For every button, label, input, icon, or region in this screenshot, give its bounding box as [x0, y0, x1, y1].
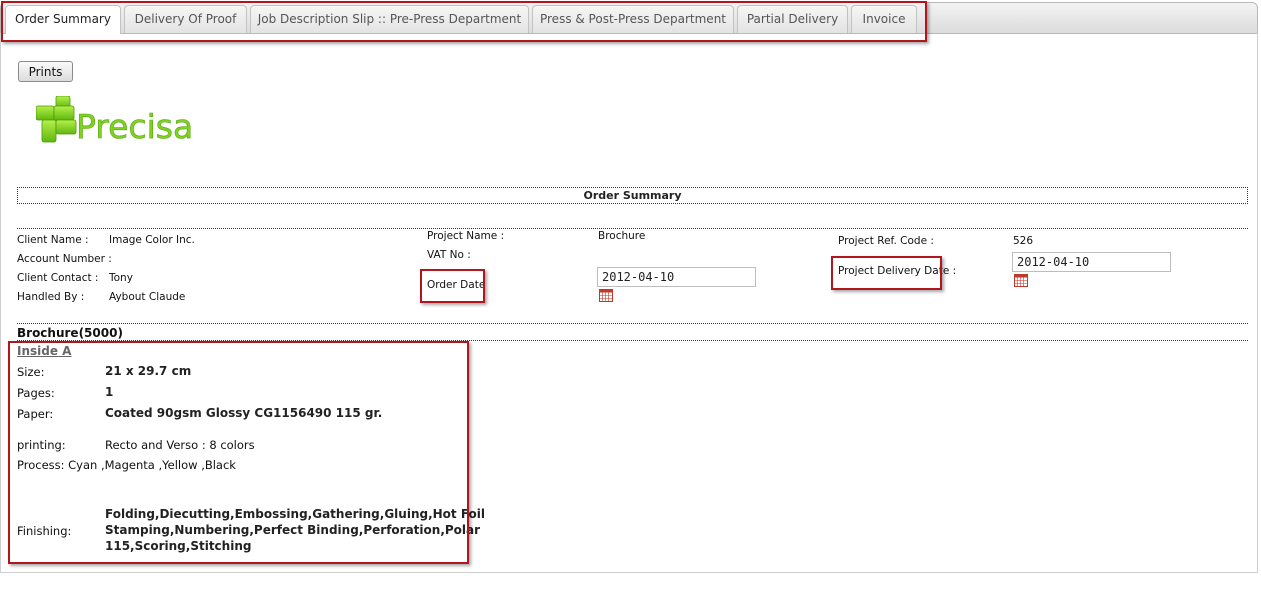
project-name-value: Brochure	[598, 230, 646, 242]
client-contact-label: Client Contact :	[17, 272, 99, 284]
client-name-label: Client Name :	[17, 234, 89, 246]
process-text: Process: Cyan ,Magenta ,Yellow ,Black	[17, 458, 236, 472]
size-value: 21 x 29.7 cm	[105, 364, 192, 378]
divider	[17, 228, 1248, 229]
project-delivery-date-input[interactable]	[1012, 252, 1171, 272]
tab-order-summary[interactable]: Order Summary	[5, 5, 121, 34]
finishing-value-line: Stamping,Numbering,Perfect Binding,Perfo…	[105, 523, 481, 537]
finishing-value-line: Folding,Diecutting,Embossing,Gathering,G…	[105, 507, 486, 521]
tab-partial-delivery[interactable]: Partial Delivery	[737, 5, 848, 33]
size-label: Size:	[17, 365, 45, 379]
printing-label: printing:	[17, 438, 66, 452]
tab-job-description-slip[interactable]: Job Description Slip :: Pre-Press Depart…	[250, 5, 529, 33]
paper-value: Coated 90gsm Glossy CG1156490 115 gr.	[105, 406, 383, 420]
client-contact-value: Tony	[109, 272, 133, 284]
tab-delivery-of-proof[interactable]: Delivery Of Proof	[124, 5, 247, 33]
account-number-label: Account Number :	[17, 253, 112, 265]
divider	[17, 323, 1248, 324]
finishing-value-line: 115,Scoring,Stitching	[105, 539, 252, 553]
section-title: Order Summary	[17, 187, 1248, 204]
calendar-icon[interactable]	[599, 289, 613, 302]
prints-button[interactable]: Prints	[18, 61, 73, 82]
tab-press-post-press[interactable]: Press & Post-Press Department	[532, 5, 734, 33]
client-name-value: Image Color Inc.	[109, 234, 195, 246]
handled-by-label: Handled By :	[17, 291, 85, 303]
logo-text: Precisa	[76, 107, 193, 146]
handled-by-value: Aybout Claude	[109, 291, 186, 303]
project-ref-code-label: Project Ref. Code :	[838, 235, 934, 247]
paper-label: Paper:	[17, 407, 54, 421]
tab-invoice[interactable]: Invoice	[851, 5, 917, 33]
precisa-logo: Precisa	[35, 95, 226, 148]
printing-value: Recto and Verso : 8 colors	[105, 438, 255, 452]
product-heading: Brochure(5000)	[17, 326, 123, 340]
divider	[17, 340, 1248, 341]
logo-mark-icon: Precisa	[35, 95, 194, 146]
project-ref-code-value: 526	[1013, 235, 1034, 247]
order-date-label: Order Date	[427, 279, 486, 291]
finishing-label: Finishing:	[17, 524, 72, 538]
project-delivery-date-label: Project Delivery Date :	[838, 265, 957, 277]
part-link-inside-a[interactable]: Inside A	[17, 344, 71, 358]
calendar-icon[interactable]	[1014, 274, 1028, 287]
pages-label: Pages:	[17, 386, 55, 400]
order-date-input[interactable]	[597, 267, 756, 287]
pages-value: 1	[105, 385, 114, 399]
vat-no-label: VAT No :	[427, 249, 471, 261]
project-name-label: Project Name :	[427, 230, 505, 242]
